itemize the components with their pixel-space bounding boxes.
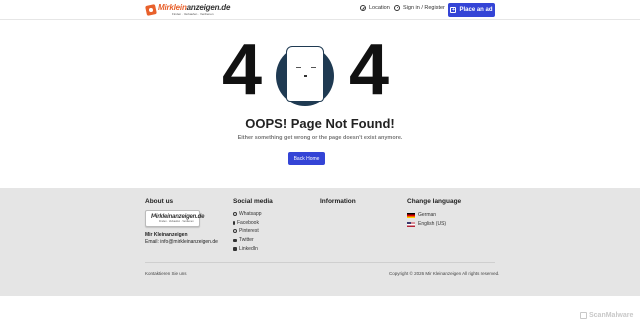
watermark-text: ScanMalware: [589, 312, 634, 319]
social-facebook-label: Facebook: [237, 220, 259, 226]
footer-logo-tagline: Finden · Verkaufen · Verdienen: [159, 219, 194, 223]
logo-mark-icon: [145, 4, 157, 16]
location-link[interactable]: Location: [360, 5, 390, 11]
linkedin-icon: [233, 247, 237, 251]
footer-divider: [145, 262, 495, 263]
error-subtitle: Either something get wrong or the page d…: [237, 135, 403, 141]
german-flag-icon: [407, 212, 415, 218]
logo-tagline: Finden · Verkaufen · Verdienen: [172, 12, 214, 16]
social-pinterest-label: Pinterest: [239, 228, 259, 234]
plus-square-icon: +: [450, 6, 457, 13]
left-eye: [296, 67, 301, 69]
footer-logo-word-c: .de: [196, 213, 205, 220]
social-heading: Social media: [233, 198, 273, 205]
social-whatsapp-link[interactable]: Whatsapp: [233, 211, 262, 217]
footer-logo[interactable]: Mirkleinanzeigen.de Finden · Verkaufen ·…: [145, 210, 204, 227]
location-label: Location: [369, 5, 390, 11]
contact-link[interactable]: Kontaktieren Sie uns: [145, 271, 187, 276]
watermark: ScanMalware: [580, 312, 633, 319]
signin-link[interactable]: Sign in / Register: [394, 5, 445, 11]
error-digit-left: 4: [222, 30, 263, 110]
watermark-icon: [580, 312, 587, 319]
social-linkedin-link[interactable]: LinkedIn: [233, 246, 258, 252]
language-german-label: German: [418, 212, 437, 218]
company-name: Mir Kleinanzeigen: [145, 232, 188, 238]
place-ad-button[interactable]: + Place an ad: [448, 3, 495, 17]
language-english[interactable]: English (US): [407, 221, 446, 227]
signin-label: Sign in / Register: [403, 5, 445, 11]
user-icon: [394, 5, 400, 11]
logo-word-b: anzeigen: [186, 3, 220, 12]
footer-logo-mark-icon: [148, 215, 150, 222]
social-whatsapp-label: Whatsapp: [239, 211, 262, 217]
logo-word-c: .de: [219, 3, 231, 12]
language-german[interactable]: German: [407, 212, 436, 218]
social-pinterest-link[interactable]: Pinterest: [233, 228, 259, 234]
social-twitter-link[interactable]: Twitter: [233, 237, 254, 243]
whatsapp-icon: [233, 212, 237, 216]
facebook-icon: [233, 221, 235, 225]
pinterest-icon: [233, 229, 237, 233]
place-ad-label: Place an ad: [459, 7, 493, 13]
social-facebook-link[interactable]: Facebook: [233, 220, 259, 226]
social-twitter-label: Twitter: [239, 237, 254, 243]
footer-logo-word-b: anzeigen: [172, 213, 197, 220]
twitter-icon: [233, 238, 237, 242]
language-heading: Change language: [407, 198, 462, 205]
back-home-button[interactable]: Back Home: [288, 152, 325, 165]
site-header: [0, 0, 640, 20]
face-box: [286, 46, 324, 102]
company-email[interactable]: Email: info@mirkleinanzeigen.de: [145, 239, 218, 245]
information-heading: Information: [320, 198, 356, 205]
error-title: OOPS! Page Not Found!: [245, 116, 395, 131]
error-face-illustration: [276, 46, 334, 106]
mouth: [304, 75, 307, 77]
social-linkedin-label: LinkedIn: [239, 246, 258, 252]
copyright-text: Copyright © 2026 Mir Kleinanzeigen All r…: [389, 271, 500, 276]
site-logo[interactable]: Mirkleinanzeigen.de Finden · Verkaufen ·…: [145, 3, 231, 17]
compass-icon: [360, 5, 366, 11]
us-flag-icon: [407, 221, 415, 227]
logo-word-a: Mirklein: [158, 3, 187, 12]
about-heading: About us: [145, 198, 174, 205]
error-digit-right: 4: [349, 30, 390, 110]
right-eye: [311, 67, 316, 69]
language-english-label: English (US): [418, 221, 447, 227]
